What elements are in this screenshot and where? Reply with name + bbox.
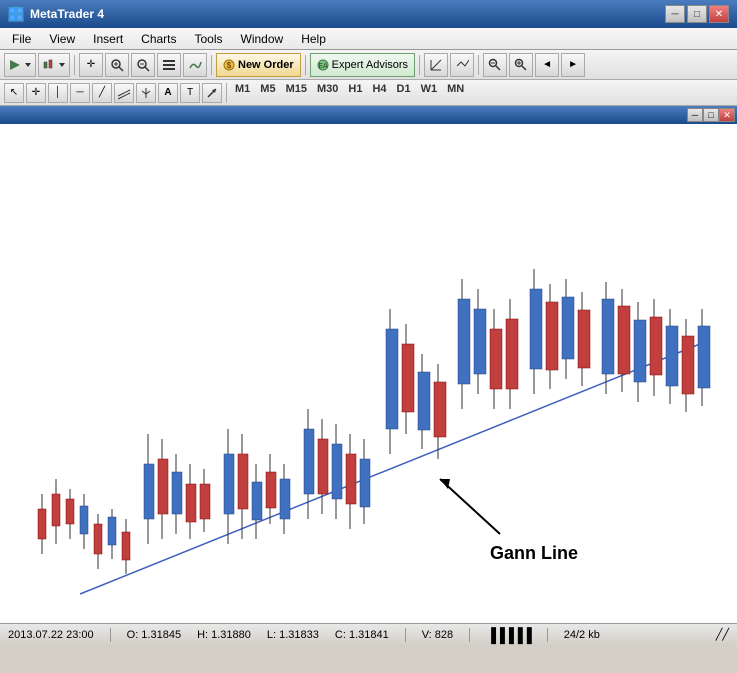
expert-advisors-button[interactable]: EA Expert Advisors (310, 53, 415, 77)
status-low: L: 1.31833 (267, 629, 319, 641)
inner-title-bar: ─ □ ✕ (0, 106, 737, 124)
close-button[interactable]: ✕ (709, 5, 729, 23)
tb-crosshair[interactable]: ✛ (79, 53, 103, 77)
menu-tools[interactable]: Tools (187, 30, 231, 48)
tf-h4[interactable]: H4 (368, 83, 390, 103)
menu-window[interactable]: Window (233, 30, 292, 48)
tb-scroll-left[interactable]: ◄ (535, 53, 559, 77)
menu-help[interactable]: Help (293, 30, 334, 48)
status-sep-1 (110, 628, 111, 642)
tool-cursor[interactable]: ↖ (4, 83, 24, 103)
app-icon (8, 6, 24, 22)
tool-pitchfork[interactable] (136, 83, 156, 103)
status-volume: V: 828 (422, 629, 453, 641)
tool-vline[interactable]: │ (48, 83, 68, 103)
tf-m1[interactable]: M1 (231, 83, 254, 103)
inner-close[interactable]: ✕ (719, 108, 735, 122)
tool-text-a[interactable]: A (158, 83, 178, 103)
status-open: O: 1.31845 (127, 629, 181, 641)
window-title: MetaTrader 4 (30, 7, 104, 21)
tool-text-t[interactable]: T (180, 83, 200, 103)
candlestick-chart: Gann Line (0, 124, 737, 623)
secondary-toolbar: ↖ ✛ │ ─ ╱ A T M1 M5 M15 M30 H1 H4 D1 W1 … (0, 80, 737, 106)
tb-zoom-mag1[interactable] (483, 53, 507, 77)
status-size: 24/2 kb (564, 629, 600, 641)
menu-bar: File View Insert Charts Tools Window Hel… (0, 28, 737, 50)
title-bar: MetaTrader 4 ─ □ ✕ (0, 0, 737, 28)
tb-indicators[interactable] (183, 53, 207, 77)
tool-arrow[interactable] (202, 83, 222, 103)
tb-scroll-right[interactable]: ► (561, 53, 585, 77)
status-sep-4 (547, 628, 548, 642)
tb-icon1[interactable] (424, 53, 448, 77)
tb-zoom-out[interactable] (131, 53, 155, 77)
svg-text:Gann Line: Gann Line (490, 543, 578, 563)
tf-h1[interactable]: H1 (344, 83, 366, 103)
volume-bar-icon: ▐▐▐▐▐ (486, 627, 531, 643)
tf-m5[interactable]: M5 (256, 83, 279, 103)
status-sep-3 (469, 628, 470, 642)
new-order-button[interactable]: $ New Order (216, 53, 301, 77)
tf-m30[interactable]: M30 (313, 83, 342, 103)
tool-crosshair[interactable]: ✛ (26, 83, 46, 103)
tb-separator-5 (478, 55, 479, 75)
tb-separator-2 (211, 55, 212, 75)
tool-channel[interactable] (114, 83, 134, 103)
tb-chart-type[interactable] (38, 53, 70, 77)
tb-separator-4 (419, 55, 420, 75)
tb-zoom-in[interactable] (105, 53, 129, 77)
main-toolbar: ✛ $ New Order EA (0, 50, 737, 80)
minimize-button[interactable]: ─ (665, 5, 685, 23)
svg-text:$: $ (227, 61, 232, 70)
inner-minimize[interactable]: ─ (687, 108, 703, 122)
tf-d1[interactable]: D1 (393, 83, 415, 103)
tool-trendline[interactable]: ╱ (92, 83, 112, 103)
status-high: H: 1.31880 (197, 629, 251, 641)
menu-view[interactable]: View (41, 30, 83, 48)
menu-file[interactable]: File (4, 30, 39, 48)
tb-zoom-mag2[interactable] (509, 53, 533, 77)
menu-charts[interactable]: Charts (133, 30, 184, 48)
status-bar: 2013.07.22 23:00 O: 1.31845 H: 1.31880 L… (0, 623, 737, 645)
tool-hline[interactable]: ─ (70, 83, 90, 103)
tf-separator (226, 83, 227, 103)
status-close: C: 1.31841 (335, 629, 389, 641)
scroll-icon: ╱╱ (716, 628, 729, 641)
tf-mn[interactable]: MN (443, 83, 468, 103)
tb-separator-1 (74, 55, 75, 75)
status-sep-2 (405, 628, 406, 642)
tf-w1[interactable]: W1 (417, 83, 442, 103)
status-datetime: 2013.07.22 23:00 (8, 629, 94, 641)
tb-icon2[interactable] (450, 53, 474, 77)
maximize-button[interactable]: □ (687, 5, 707, 23)
menu-insert[interactable]: Insert (85, 30, 131, 48)
window-controls: ─ □ ✕ (665, 5, 729, 23)
chart-area[interactable]: Gann Line (0, 124, 737, 623)
inner-maximize[interactable]: □ (703, 108, 719, 122)
svg-text:EA: EA (318, 63, 328, 70)
tb-separator-3 (305, 55, 306, 75)
tb-arrow-btn[interactable] (4, 53, 36, 77)
tf-m15[interactable]: M15 (282, 83, 311, 103)
tb-properties[interactable] (157, 53, 181, 77)
